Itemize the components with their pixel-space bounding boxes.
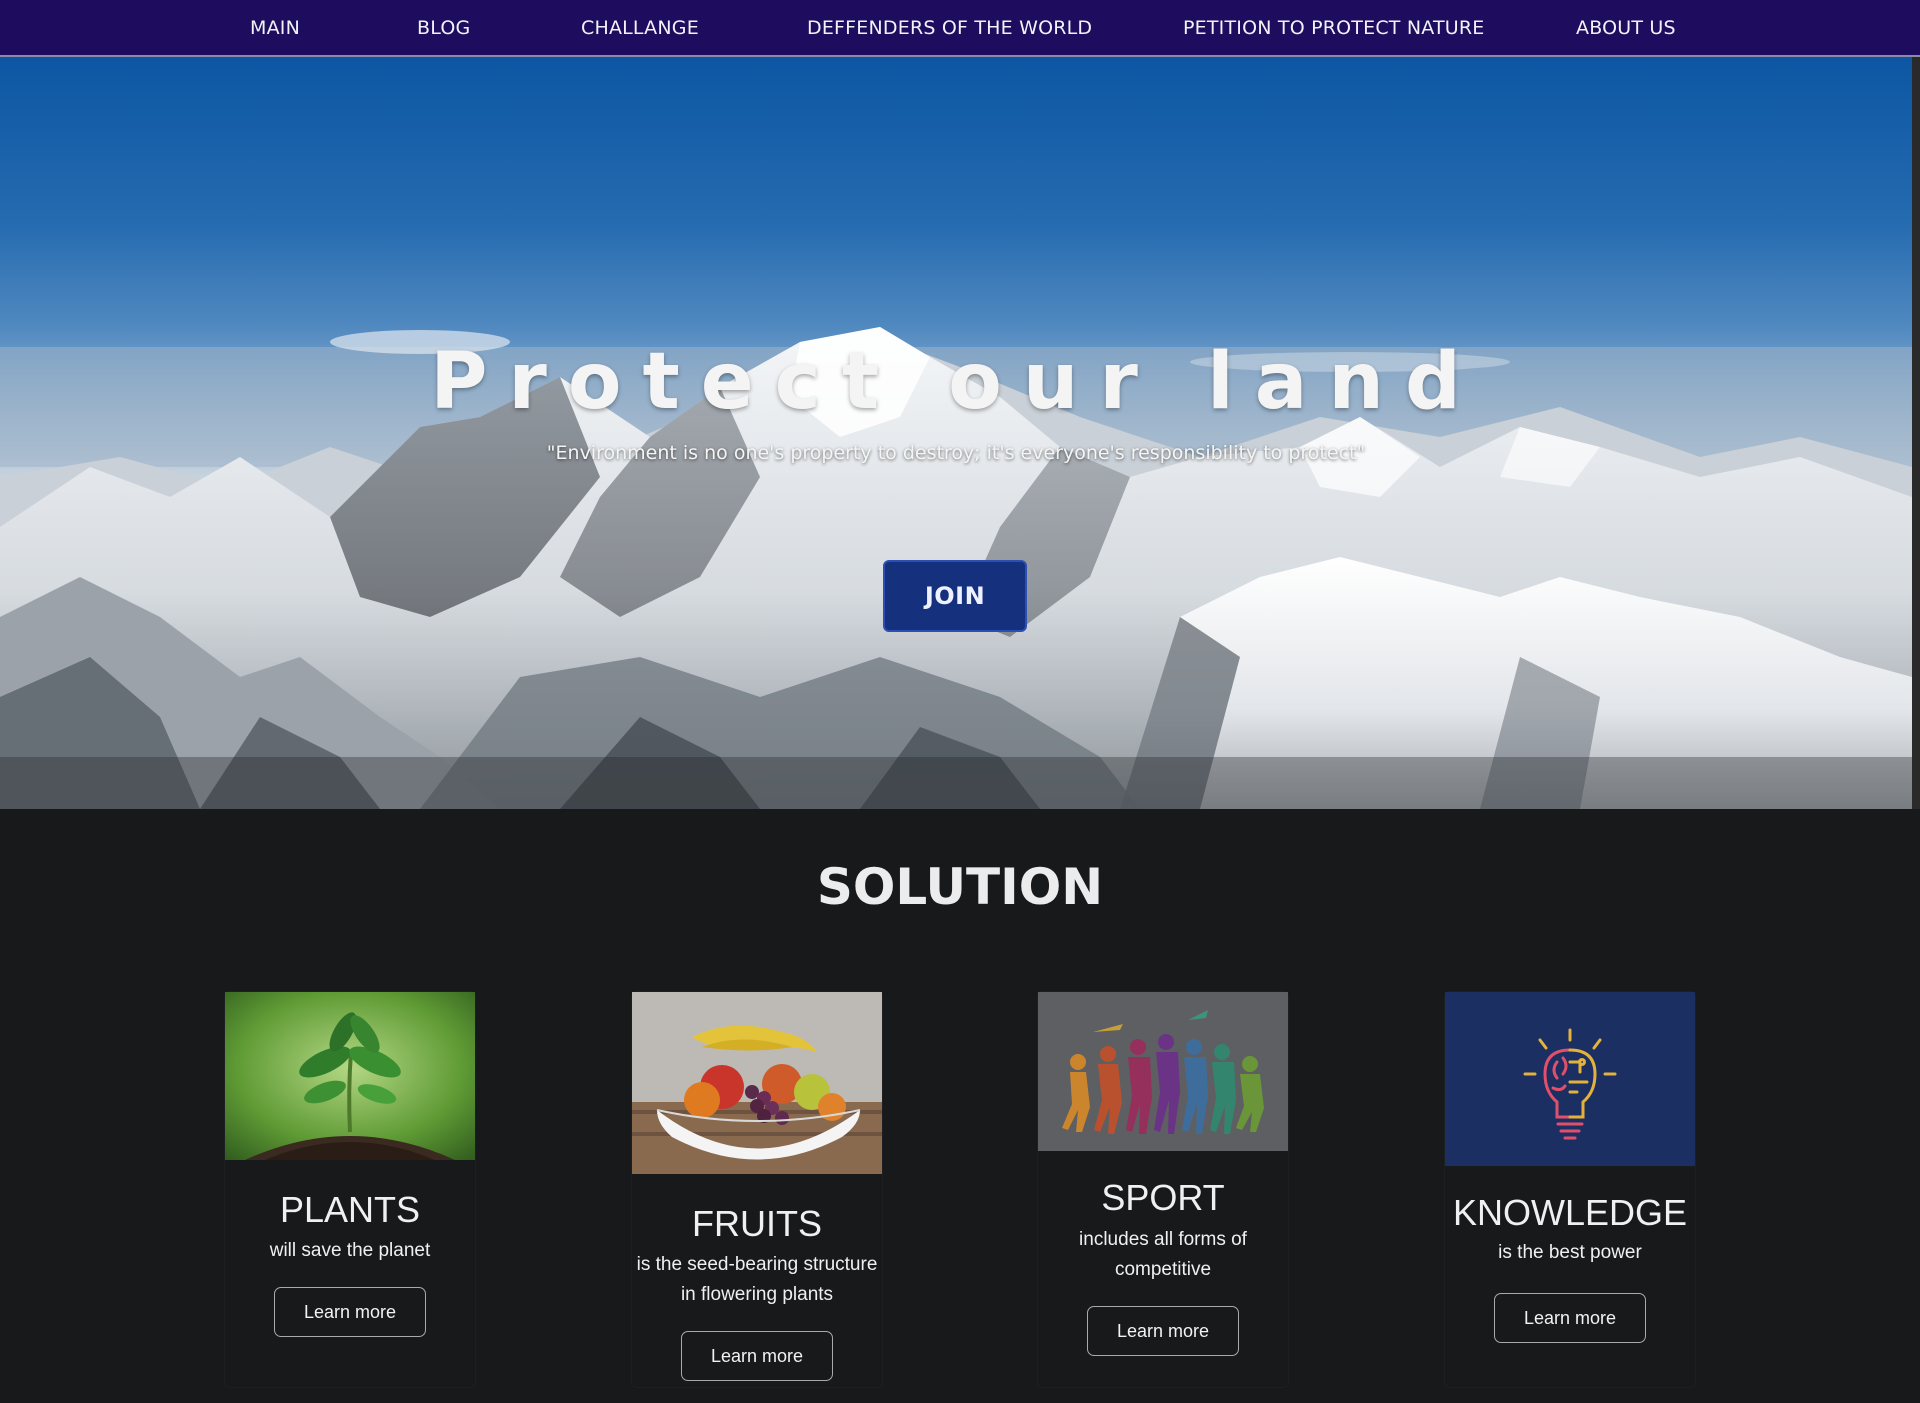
- card-title: SPORT: [1101, 1177, 1225, 1218]
- nav-blog[interactable]: BLOG: [417, 0, 470, 55]
- card-title: PLANTS: [279, 1189, 421, 1230]
- nav-petition[interactable]: PETITION TO PROTECT NATURE: [1183, 0, 1484, 55]
- card-description: will save the planet: [269, 1240, 431, 1261]
- fruit-bowl-image: [632, 992, 882, 1174]
- solution-card-fruits: FRUITS is the seed-bearing structure in …: [632, 992, 882, 1387]
- seedling-image: [225, 992, 475, 1160]
- scrollbar[interactable]: [1912, 57, 1920, 809]
- hero-quote: "Environment is no one's property to des…: [546, 442, 1366, 464]
- mountain-landscape-image: [0, 327, 1912, 809]
- card-title: FRUITS: [692, 1203, 822, 1244]
- learn-more-button[interactable]: Learn more: [1087, 1306, 1239, 1356]
- learn-more-button[interactable]: Learn more: [1494, 1293, 1646, 1343]
- nav-challange[interactable]: CHALLANGE: [581, 0, 699, 55]
- learn-more-button[interactable]: Learn more: [681, 1331, 833, 1381]
- solution-card-knowledge: KNOWLEDGE is the best power Learn more: [1445, 992, 1695, 1387]
- athletes-image: [1038, 992, 1288, 1151]
- nav-main[interactable]: MAIN: [250, 0, 300, 55]
- nav-about-us[interactable]: ABOUT US: [1576, 0, 1676, 55]
- learn-more-button[interactable]: Learn more: [274, 1287, 426, 1337]
- join-button[interactable]: JOIN: [883, 560, 1027, 632]
- hero-title: Protect our land: [430, 337, 1482, 427]
- nav-deffenders[interactable]: DEFFENDERS OF THE WORLD: [807, 0, 1092, 55]
- solution-card-plants: PLANTS will save the planet Learn more: [225, 992, 475, 1387]
- solution-heading: SOLUTION: [816, 858, 1104, 916]
- card-description: is the best power: [1498, 1242, 1642, 1263]
- lightbulb-brain-image: [1445, 992, 1695, 1166]
- top-nav: MAIN BLOG CHALLANGE DEFFENDERS OF THE WO…: [0, 0, 1920, 57]
- card-description: includes all forms of competitive: [1079, 1229, 1247, 1280]
- card-title: KNOWLEDGE: [1452, 1192, 1688, 1233]
- hero-banner: Protect our land "Environment is no one'…: [0, 57, 1912, 809]
- card-description: is the seed-bearing structure in floweri…: [636, 1254, 878, 1305]
- solution-card-sport: SPORT includes all forms of competitive …: [1038, 992, 1288, 1387]
